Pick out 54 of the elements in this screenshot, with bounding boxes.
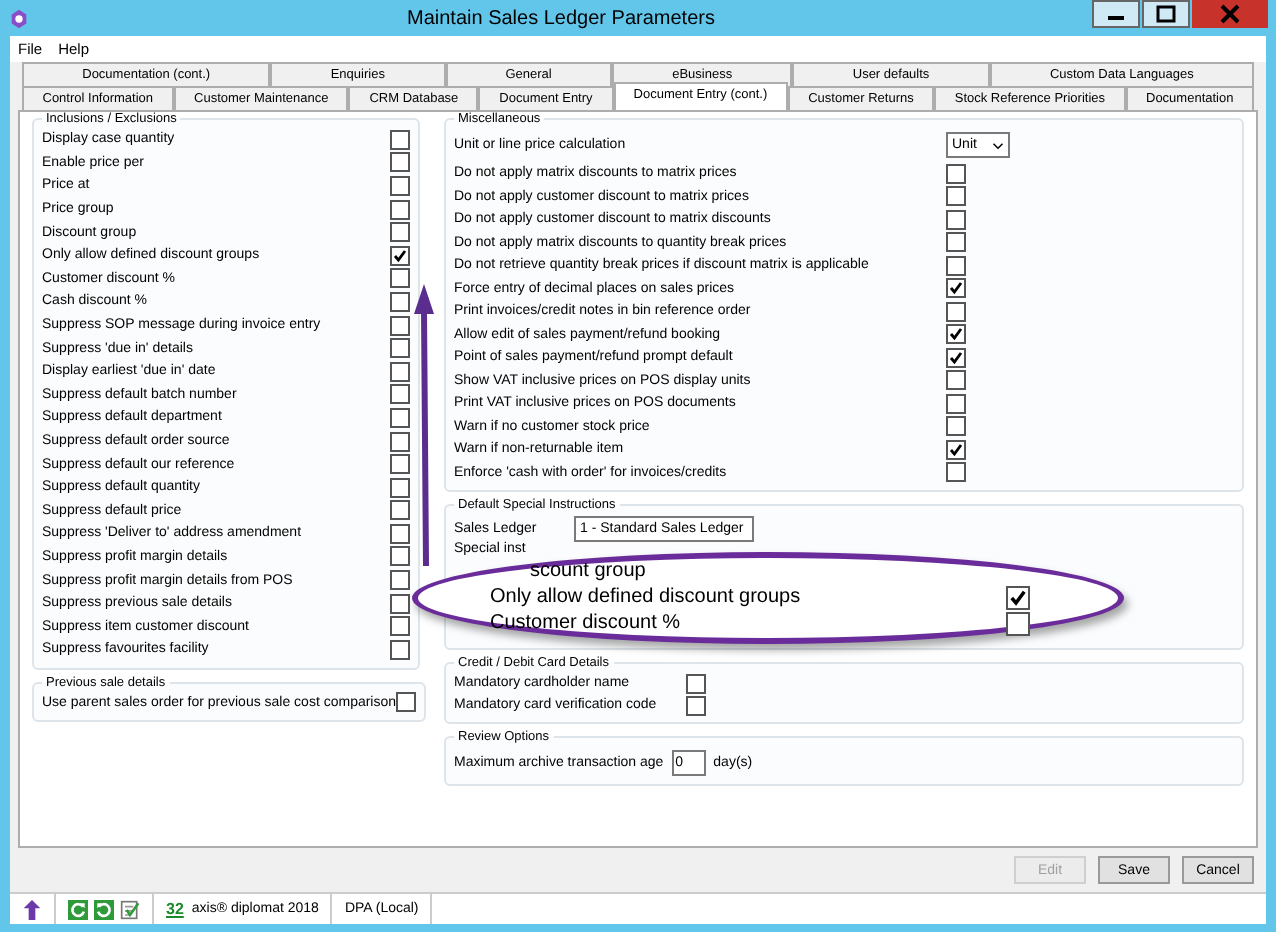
checklist-icon[interactable] [120,899,140,919]
minimize-icon[interactable] [1092,0,1140,28]
checkbox[interactable] [390,291,410,312]
caret-icon [992,141,1004,149]
checkbox[interactable] [390,338,410,359]
checkbox[interactable] [390,546,410,567]
option-label: Only allow defined discount groups [490,586,801,610]
status-count[interactable]: 32 [166,900,184,918]
checkbox[interactable] [390,199,410,220]
checkbox[interactable] [390,431,410,452]
checkbox[interactable] [390,175,410,196]
checkbox[interactable] [946,278,966,299]
checkbox[interactable] [946,163,966,184]
checkbox[interactable] [946,209,966,230]
checkbox[interactable] [390,523,410,544]
refresh-icon[interactable] [68,899,88,919]
checkbox[interactable] [390,315,410,336]
checkbox[interactable] [390,384,410,405]
checkbox[interactable] [946,301,966,322]
close-icon[interactable] [1192,0,1268,28]
checkbox[interactable] [390,570,410,591]
checkbox[interactable] [390,500,410,521]
checkbox[interactable] [390,129,410,150]
checkbox[interactable] [946,255,966,276]
checkbox[interactable] [390,593,410,614]
checkbox[interactable] [686,695,706,715]
checkbox[interactable] [946,232,966,253]
checkbox[interactable] [390,407,410,428]
checkbox[interactable] [946,347,966,368]
checkbox[interactable] [390,616,410,637]
option-label: scount group [528,560,648,584]
app-icon [8,7,30,29]
checkbox[interactable] [390,477,410,498]
checkbox[interactable] [390,361,410,382]
window-title: Maintain Sales Ledger Parameters [405,7,717,29]
checkbox[interactable] [946,393,966,414]
checkbox[interactable] [946,370,966,391]
checkbox[interactable] [390,639,410,660]
checkbox[interactable] [686,673,706,693]
checkbox[interactable] [946,416,966,437]
checkbox[interactable] [390,152,410,173]
maximize-icon[interactable] [1142,0,1190,28]
refresh-icon[interactable] [94,899,114,919]
up-arrow-icon[interactable] [22,899,42,919]
checkbox[interactable] [390,454,410,475]
option-label: Customer discount % [490,612,681,636]
checkbox[interactable] [946,324,966,345]
checkbox[interactable] [946,462,966,483]
checkbox[interactable] [390,268,410,289]
checkbox[interactable] [390,222,410,243]
checkbox[interactable] [396,692,417,713]
checkbox[interactable] [390,245,410,266]
checkbox[interactable] [946,439,966,460]
checkbox[interactable] [946,186,966,207]
